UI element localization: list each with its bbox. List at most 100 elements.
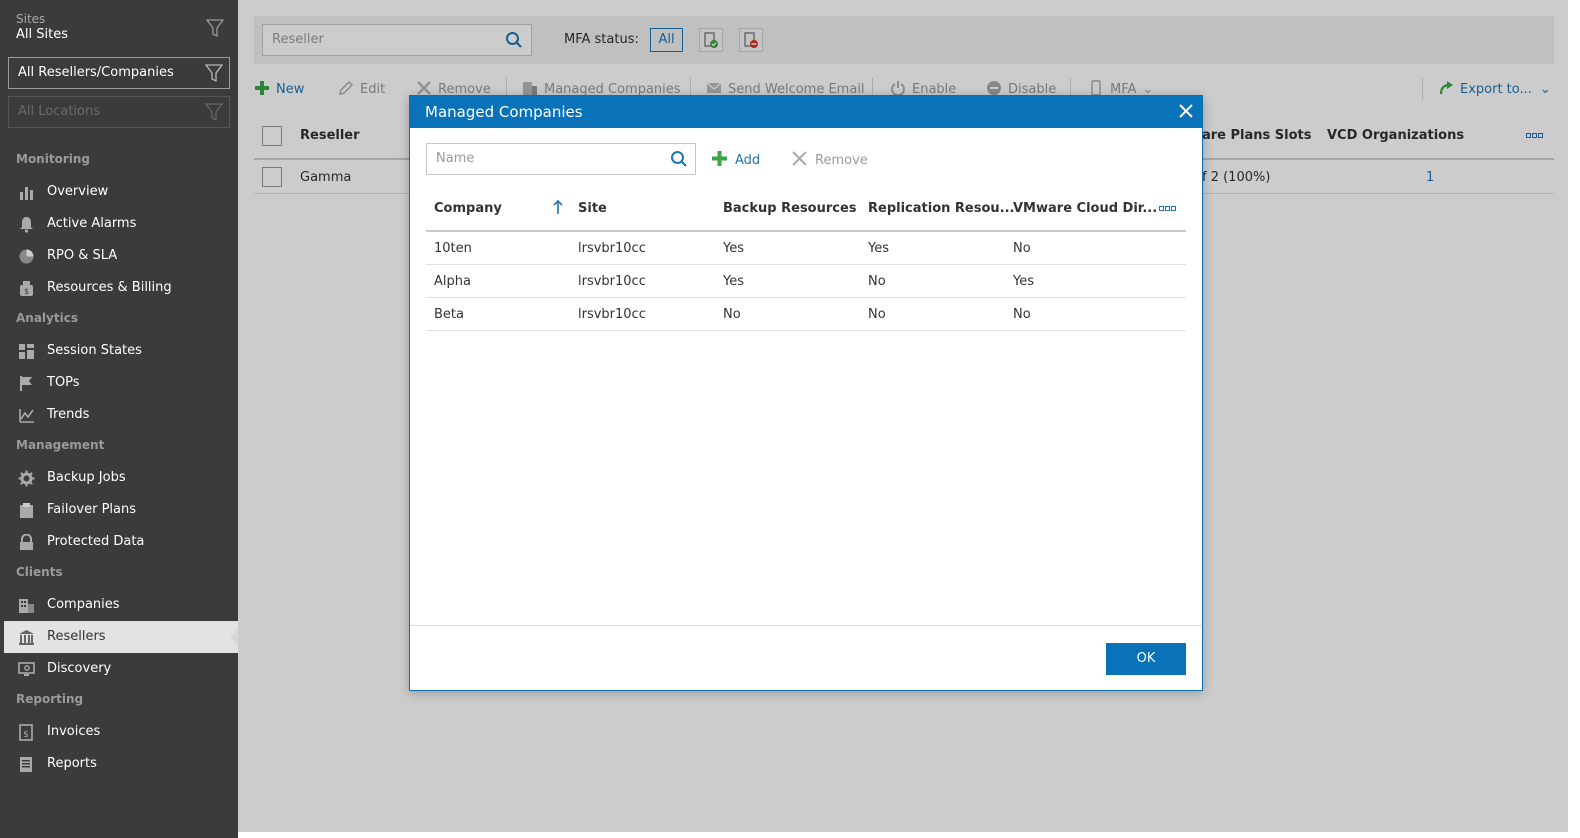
sidebar-item-discovery[interactable]: Discovery xyxy=(4,653,238,685)
pie-chart-icon xyxy=(18,248,35,265)
dialog-title-bar: Managed Companies xyxy=(410,96,1202,128)
backup-cell: No xyxy=(723,307,741,322)
svg-text:$: $ xyxy=(23,730,29,740)
add-company-button[interactable]: Add xyxy=(712,151,760,168)
section-management: Management xyxy=(16,438,105,452)
sidebar-item-invoices[interactable]: $ Invoices xyxy=(4,716,238,748)
sidebar-item-label: Overview xyxy=(47,184,109,199)
vcd-cell: Yes xyxy=(1013,274,1034,289)
tiles-icon xyxy=(18,343,35,360)
section-monitoring: Monitoring xyxy=(16,152,90,166)
sidebar-item-resellers[interactable]: Resellers xyxy=(4,621,239,653)
sidebar-item-overview[interactable]: Overview xyxy=(4,176,238,208)
remove-company-button[interactable]: Remove xyxy=(792,151,868,168)
sidebar-item-label: Companies xyxy=(47,597,120,612)
close-icon[interactable] xyxy=(1178,103,1194,119)
sidebar-item-label: Reports xyxy=(47,756,97,771)
managed-companies-dialog: Managed Companies Name Add Remove Compan… xyxy=(409,95,1203,691)
sidebar-item-protected-data[interactable]: Protected Data xyxy=(4,526,238,558)
dialog-footer-divider xyxy=(410,625,1202,626)
managed-companies-table: Company Site Backup Resources Replicatio… xyxy=(426,190,1186,331)
sites-label: Sites xyxy=(16,12,46,26)
search-icon[interactable] xyxy=(670,150,688,168)
sidebar-item-session-states[interactable]: Session States xyxy=(4,335,238,367)
sidebar-item-label: Failover Plans xyxy=(47,502,137,517)
vcd-cell: No xyxy=(1013,307,1031,322)
sidebar-item-tops[interactable]: TOPs xyxy=(4,367,238,399)
money-bag-icon: $ xyxy=(18,280,35,297)
monitor-search-icon xyxy=(18,661,35,678)
site-cell: lrsvbr10cc xyxy=(578,241,646,256)
funnel-icon xyxy=(205,102,223,122)
sidebar-item-label: Session States xyxy=(47,343,142,358)
ok-button[interactable]: OK xyxy=(1106,643,1186,675)
column-chooser-icon[interactable] xyxy=(1159,206,1177,212)
sort-ascending-icon[interactable] xyxy=(552,199,564,215)
building-icon xyxy=(18,597,35,614)
section-reporting: Reporting xyxy=(16,692,84,706)
funnel-icon xyxy=(205,63,223,83)
invoice-icon: $ xyxy=(18,724,35,741)
sidebar-item-trends[interactable]: Trends xyxy=(4,399,238,431)
company-cell: Beta xyxy=(434,307,464,322)
sidebar-item-backup-jobs[interactable]: Backup Jobs xyxy=(4,462,238,494)
table-row[interactable]: Alpha lrsvbr10cc Yes No Yes xyxy=(426,265,1186,298)
remove-company-label: Remove xyxy=(815,153,868,168)
sidebar-item-failover-plans[interactable]: Failover Plans xyxy=(4,494,238,526)
sidebar-item-label: Discovery xyxy=(47,661,112,676)
overview-icon xyxy=(18,184,35,201)
bell-icon xyxy=(18,216,35,233)
sidebar-item-label: Resellers xyxy=(47,629,106,644)
sidebar-item-label: Resources & Billing xyxy=(47,280,172,295)
column-header-company[interactable]: Company xyxy=(434,201,502,216)
gear-icon xyxy=(18,470,35,487)
sidebar-item-resources-billing[interactable]: $ Resources & Billing xyxy=(4,272,238,304)
sidebar-item-label: TOPs xyxy=(47,375,80,390)
company-search-placeholder: Name xyxy=(436,151,475,166)
site-cell: lrsvbr10cc xyxy=(578,307,646,322)
sidebar-item-label: Trends xyxy=(47,407,90,422)
svg-text:$: $ xyxy=(24,287,29,296)
sites-filter-icon[interactable] xyxy=(206,18,224,38)
flag-icon xyxy=(18,375,35,392)
company-cell: 10ten xyxy=(434,241,472,256)
sidebar-item-label: Protected Data xyxy=(47,534,145,549)
backup-cell: Yes xyxy=(723,241,744,256)
section-analytics: Analytics xyxy=(16,311,78,325)
sidebar-item-label: Active Alarms xyxy=(47,216,137,231)
reseller-company-filter-value: All Resellers/Companies xyxy=(18,65,174,80)
close-icon xyxy=(792,151,807,166)
sidebar-item-label: Backup Jobs xyxy=(47,470,126,485)
table-row[interactable]: Beta lrsvbr10cc No No No xyxy=(426,298,1186,331)
locations-filter[interactable]: All Locations xyxy=(8,96,230,128)
column-header-vmware-cloud-director[interactable]: VMware Cloud Dir... xyxy=(1013,201,1157,216)
add-company-label: Add xyxy=(735,153,761,168)
report-icon xyxy=(18,756,35,773)
column-header-replication-resources[interactable]: Replication Resou... xyxy=(868,201,1014,216)
site-cell: lrsvbr10cc xyxy=(578,274,646,289)
column-header-site[interactable]: Site xyxy=(578,201,607,216)
replication-cell: No xyxy=(868,307,886,322)
lock-icon xyxy=(18,534,35,551)
sidebar: Sites All Sites All Resellers/Companies … xyxy=(0,0,239,838)
reseller-company-filter[interactable]: All Resellers/Companies xyxy=(8,57,230,89)
sites-value: All Sites xyxy=(16,27,68,42)
sidebar-item-rpo-sla[interactable]: RPO & SLA xyxy=(4,240,238,272)
column-header-backup-resources[interactable]: Backup Resources xyxy=(723,201,857,216)
sidebar-item-active-alarms[interactable]: Active Alarms xyxy=(4,208,238,240)
table-header: Company Site Backup Resources Replicatio… xyxy=(426,190,1186,232)
clipboard-icon xyxy=(18,502,35,519)
vcd-cell: No xyxy=(1013,241,1031,256)
plus-icon xyxy=(712,151,727,166)
sidebar-item-label: Invoices xyxy=(47,724,101,739)
replication-cell: Yes xyxy=(868,241,889,256)
sites-selector[interactable]: Sites All Sites xyxy=(16,12,68,42)
sidebar-item-reports[interactable]: Reports xyxy=(4,748,238,780)
sidebar-item-companies[interactable]: Companies xyxy=(4,589,238,621)
section-clients: Clients xyxy=(16,565,63,579)
table-row[interactable]: 10ten lrsvbr10cc Yes Yes No xyxy=(426,232,1186,265)
company-name-search-input[interactable]: Name xyxy=(426,143,696,175)
dialog-title: Managed Companies xyxy=(425,103,583,121)
bank-icon xyxy=(18,629,35,646)
sidebar-item-label: RPO & SLA xyxy=(47,248,118,263)
